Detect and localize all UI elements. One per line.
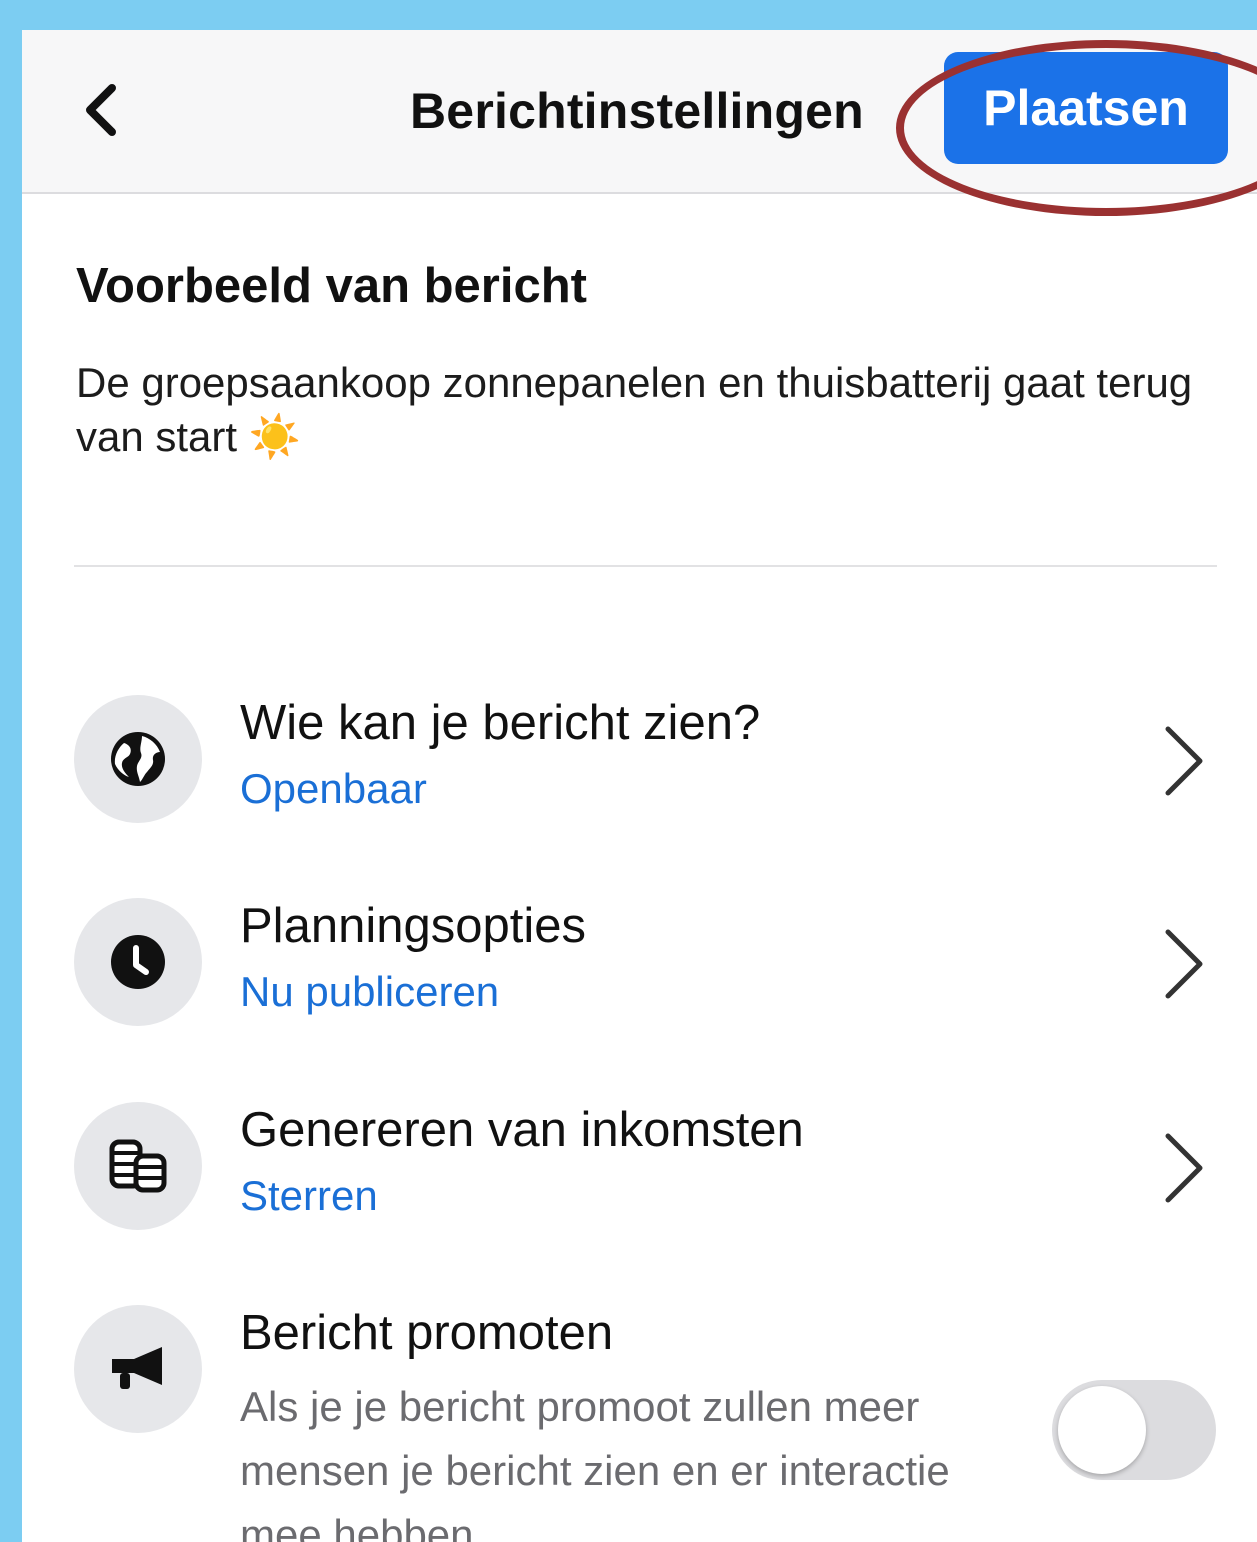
globe-icon	[111, 732, 165, 786]
promote-title: Bericht promoten	[240, 1306, 614, 1360]
icon-badge	[74, 1102, 202, 1230]
setting-row-monetization[interactable]: Genereren van inkomsten Sterren	[22, 1102, 1257, 1242]
preview-text: De groepsaankoop zonnepanelen en thuisba…	[76, 359, 1193, 460]
promote-description: Als je je bericht promoot zullen meer me…	[240, 1383, 950, 1542]
chevron-right-icon	[1165, 1133, 1203, 1203]
icon-badge	[74, 1305, 202, 1433]
back-button[interactable]	[72, 78, 132, 142]
setting-title: Genereren van inkomsten	[240, 1103, 804, 1157]
coins-icon	[109, 1139, 167, 1193]
page-title: Berichtinstellingen	[410, 83, 864, 139]
setting-value: Openbaar	[240, 765, 427, 812]
promote-toggle[interactable]	[1052, 1380, 1216, 1480]
post-button[interactable]: Plaatsen	[944, 52, 1228, 164]
setting-title: Wie kan je bericht zien?	[240, 696, 761, 750]
icon-badge	[74, 695, 202, 823]
icon-badge	[74, 898, 202, 1026]
setting-title: Planningsopties	[240, 899, 586, 953]
setting-value: Sterren	[240, 1172, 378, 1219]
chevron-right-icon	[1165, 929, 1203, 999]
chevron-left-icon	[86, 84, 116, 136]
chevron-right-icon	[1165, 726, 1203, 796]
setting-value: Nu publiceren	[240, 968, 500, 1015]
clock-icon	[111, 935, 165, 989]
toggle-knob	[1058, 1386, 1146, 1474]
setting-row-audience[interactable]: Wie kan je bericht zien? Openbaar	[22, 695, 1257, 835]
preview-heading: Voorbeeld van bericht	[76, 259, 587, 313]
setting-row-scheduling[interactable]: Planningsopties Nu publiceren	[22, 898, 1257, 1038]
top-bar: Berichtinstellingen Plaatsen	[22, 30, 1257, 194]
megaphone-icon	[112, 1347, 162, 1389]
post-settings-screen: Berichtinstellingen Plaatsen Voorbeeld v…	[22, 30, 1257, 1542]
divider	[74, 565, 1217, 567]
